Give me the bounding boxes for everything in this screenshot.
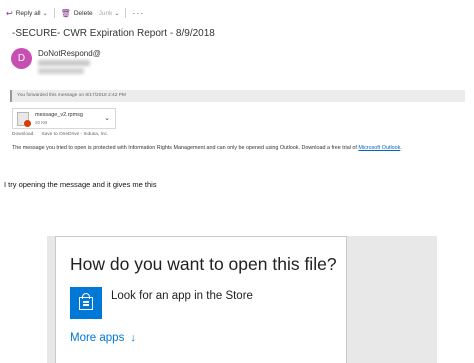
store-bag-icon (79, 297, 93, 310)
toolbar-divider (53, 8, 55, 18)
windows-logo-icon (83, 301, 89, 306)
attachment-actions: Download Save to OneDrive - Indusa, Inc. (12, 132, 116, 137)
chevron-down-icon[interactable]: ⌄ (104, 114, 110, 122)
sender-name[interactable]: DoNotRespond@ (38, 49, 101, 58)
file-icon (17, 112, 31, 127)
more-icon: ··· (132, 8, 145, 18)
message-toolbar: ↩ Reply all ⌄ 🗑 Delete Junk ⌄ ··· (6, 6, 150, 20)
delete-label: Delete (73, 9, 93, 17)
protected-badge-icon (24, 120, 31, 127)
dialog-title: How do you want to open this file? (70, 254, 337, 274)
arrow-down-icon: ↓ (130, 332, 136, 344)
irm-message-text: The message you tried to open is protect… (12, 145, 359, 151)
download-link[interactable]: Download (12, 132, 33, 137)
redacted-date (38, 68, 84, 74)
chevron-down-icon[interactable]: ⌄ (114, 10, 119, 17)
reply-all-label: Reply all (15, 9, 41, 17)
save-to-onedrive-link[interactable]: Save to OneDrive - Indusa, Inc. (41, 132, 108, 137)
trash-icon: 🗑 (60, 8, 71, 18)
user-comment: I try opening the message and it gives m… (4, 180, 157, 189)
junk-button[interactable]: Junk ⌄ (99, 10, 120, 17)
store-icon[interactable] (70, 287, 102, 319)
chevron-down-icon[interactable]: ⌄ (43, 10, 48, 17)
toolbar-divider (125, 8, 127, 18)
irm-message: The message you tried to open is protect… (12, 145, 402, 151)
delete-button[interactable]: 🗑 Delete (61, 9, 93, 18)
irm-period: . (400, 145, 402, 151)
open-with-dialog: How do you want to open this file? Look … (55, 236, 347, 363)
attachment-card[interactable]: message_v2.rpmsg 20 KB ⌄ (12, 108, 116, 129)
avatar[interactable]: D (11, 48, 32, 69)
reply-all-icon: ↩ (6, 8, 13, 18)
email-subject: -SECURE- CWR Expiration Report - 8/9/201… (12, 28, 215, 39)
attachment-name: message_v2.rpmsg (35, 112, 83, 118)
redacted-recipient (38, 60, 90, 66)
more-actions-button[interactable]: ··· (132, 8, 144, 18)
junk-label: Junk (98, 9, 113, 17)
more-apps-link[interactable]: More apps ↓ (70, 332, 136, 344)
more-apps-label: More apps (70, 332, 125, 344)
attachment-size: 20 KB (35, 120, 48, 125)
outlook-download-link[interactable]: Microsoft Outlook (358, 145, 400, 151)
reply-all-button[interactable]: ↩ Reply all ⌄ (6, 9, 48, 18)
store-option-label[interactable]: Look for an app in the Store (111, 290, 253, 302)
forwarded-notice: You forwarded this message on 8/17/2018 … (10, 90, 465, 102)
